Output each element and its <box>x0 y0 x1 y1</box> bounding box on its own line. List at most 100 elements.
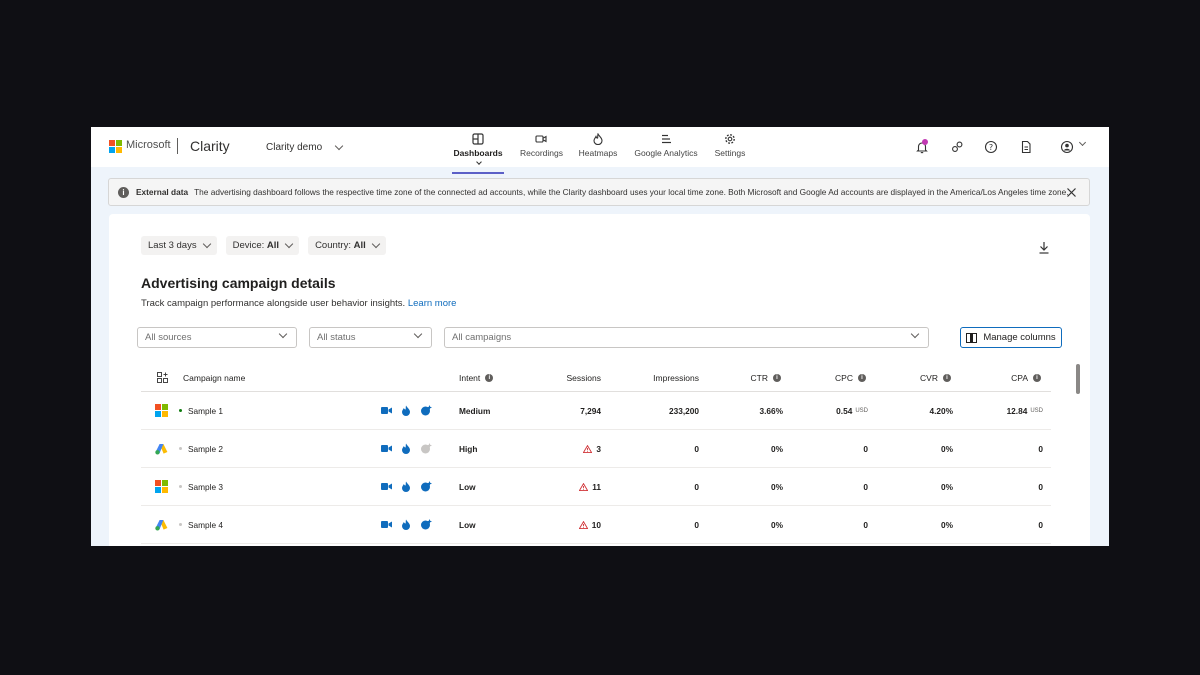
help-icon[interactable]: ? <box>984 140 998 154</box>
nav-google-analytics[interactable]: Google Analytics <box>634 133 698 158</box>
insights-sparkle-icon[interactable] <box>420 443 432 454</box>
heatmap-icon[interactable] <box>401 481 411 492</box>
col-impressions[interactable]: Impressions <box>631 364 699 391</box>
nav-settings[interactable]: Settings <box>714 133 746 158</box>
info-icon[interactable]: i <box>943 373 951 382</box>
date-filter[interactable]: Last 3 days <box>141 236 217 255</box>
nav-recordings[interactable]: Recordings <box>520 133 563 158</box>
col-intent-label: Intent <box>459 372 481 383</box>
account-icon[interactable] <box>1060 140 1074 154</box>
col-intent[interactable]: Intent i <box>459 364 494 391</box>
google-ads-icon <box>155 519 168 530</box>
campaign-name[interactable]: Sample 1 <box>188 406 223 416</box>
status-dot <box>179 523 182 526</box>
manage-columns-button[interactable]: Manage columns <box>960 327 1062 348</box>
table-header: Campaign name Intent i Sessions Impressio… <box>141 364 1051 392</box>
table-row[interactable]: Sample 4 Low 10 0 0% 0 0% 0 <box>141 506 1051 544</box>
nav-settings-label: Settings <box>714 148 746 158</box>
brand-divider <box>177 138 178 154</box>
impressions-value: 0 <box>694 481 699 492</box>
insights-sparkle-icon[interactable] <box>420 519 432 530</box>
microsoft-ads-icon <box>155 480 168 493</box>
warning-icon <box>583 444 593 453</box>
learn-more-link[interactable]: Learn more <box>408 298 457 309</box>
project-selector[interactable]: Clarity demo <box>266 141 344 153</box>
download-icon[interactable] <box>1038 241 1050 254</box>
col-ctr[interactable]: CTR i <box>721 364 781 391</box>
insights-sparkle-icon[interactable] <box>420 405 432 416</box>
microsoft-ads-icon <box>155 404 168 417</box>
insights-sparkle-icon[interactable] <box>420 481 432 492</box>
analytics-icon <box>662 134 671 144</box>
chevron-down-icon <box>278 329 288 339</box>
brand-app-name[interactable]: Clarity <box>190 138 230 154</box>
info-icon[interactable]: i <box>485 373 494 382</box>
manage-columns-label: Manage columns <box>983 332 1056 343</box>
recordings-icon[interactable] <box>381 482 392 491</box>
campaign-name[interactable]: Sample 2 <box>188 444 223 454</box>
col-cpa[interactable]: CPA i <box>981 364 1041 391</box>
col-cvr[interactable]: CVR i <box>891 364 951 391</box>
nav-recordings-label: Recordings <box>520 148 563 158</box>
info-icon[interactable]: i <box>858 373 866 382</box>
sessions-value: 7,294 <box>580 405 601 416</box>
share-icon[interactable] <box>950 140 964 154</box>
country-filter[interactable]: Country: All <box>308 236 386 255</box>
table-row[interactable]: Sample 3 Low 11 0 0% 0 0% 0 <box>141 468 1051 506</box>
sessions-value: 3 <box>596 443 601 454</box>
table-scrollbar[interactable] <box>1076 364 1080 394</box>
table-row[interactable]: Sample 2 High 3 0 0% 0 0% 0 <box>141 430 1051 468</box>
chevron-down-icon <box>202 239 211 249</box>
table-row[interactable]: Sample 1 Medium 7,294 233,200 3.66% 0.54 USD 4.… <box>141 392 1051 430</box>
customize-grid-icon[interactable] <box>157 372 168 383</box>
info-icon[interactable]: i <box>1033 373 1041 382</box>
heatmap-icon[interactable] <box>401 405 411 416</box>
info-icon[interactable]: i <box>773 373 781 382</box>
intent-value: Low <box>459 519 476 530</box>
col-cvr-label: CVR <box>920 372 938 383</box>
flame-icon <box>593 133 603 145</box>
col-sessions[interactable]: Sessions <box>541 364 602 391</box>
banner-label: External data <box>136 187 189 197</box>
warning-icon <box>578 520 588 529</box>
document-icon[interactable] <box>1019 140 1033 154</box>
recordings-icon[interactable] <box>381 520 392 529</box>
nav-heatmaps[interactable]: Heatmaps <box>578 133 618 158</box>
filter-bar: Last 3 days Device: All Country: All <box>141 236 386 255</box>
chevron-down-icon <box>371 239 380 249</box>
close-icon[interactable] <box>1066 187 1077 198</box>
cpc-value: 0 <box>863 519 868 530</box>
cpa-value: 0 <box>1038 481 1043 492</box>
status-select[interactable]: All status <box>309 327 432 348</box>
nav-dashboards-label: Dashboards <box>453 148 503 158</box>
status-dot <box>179 447 182 450</box>
col-campaign-name[interactable]: Campaign name <box>183 364 245 391</box>
sources-select[interactable]: All sources <box>137 327 297 348</box>
device-filter[interactable]: Device: All <box>225 236 300 255</box>
chevron-down-icon <box>910 329 920 339</box>
cpc-value: 0 <box>863 443 868 454</box>
campaign-name[interactable]: Sample 3 <box>188 482 223 492</box>
recordings-icon[interactable] <box>381 406 392 415</box>
recordings-icon[interactable] <box>381 444 392 453</box>
cpa-value: 12.84 <box>1006 405 1028 416</box>
warning-icon <box>579 482 589 491</box>
campaigns-select[interactable]: All campaigns <box>444 327 929 348</box>
impressions-value: 0 <box>694 443 699 454</box>
section-title: Advertising campaign details <box>141 275 336 291</box>
heatmap-icon[interactable] <box>401 443 411 454</box>
chevron-down-icon <box>476 159 482 165</box>
col-cpc[interactable]: CPC i <box>806 364 866 391</box>
cpc-value: 0 <box>863 481 868 492</box>
nav-dashboards[interactable]: Dashboards <box>452 133 504 174</box>
gear-icon <box>725 134 735 144</box>
device-filter-label: Device: <box>232 240 265 251</box>
microsoft-logo-icon <box>109 140 122 153</box>
clarity-app-window: Microsoft Clarity Clarity demo Dashboard… <box>91 127 1109 546</box>
heatmap-icon[interactable] <box>401 519 411 530</box>
section-subtitle: Track campaign performance alongside use… <box>141 298 456 309</box>
status-dot <box>179 409 182 412</box>
chevron-down-icon[interactable] <box>1078 138 1087 147</box>
campaign-name[interactable]: Sample 4 <box>188 520 223 530</box>
nav-google-analytics-label: Google Analytics <box>634 148 698 158</box>
